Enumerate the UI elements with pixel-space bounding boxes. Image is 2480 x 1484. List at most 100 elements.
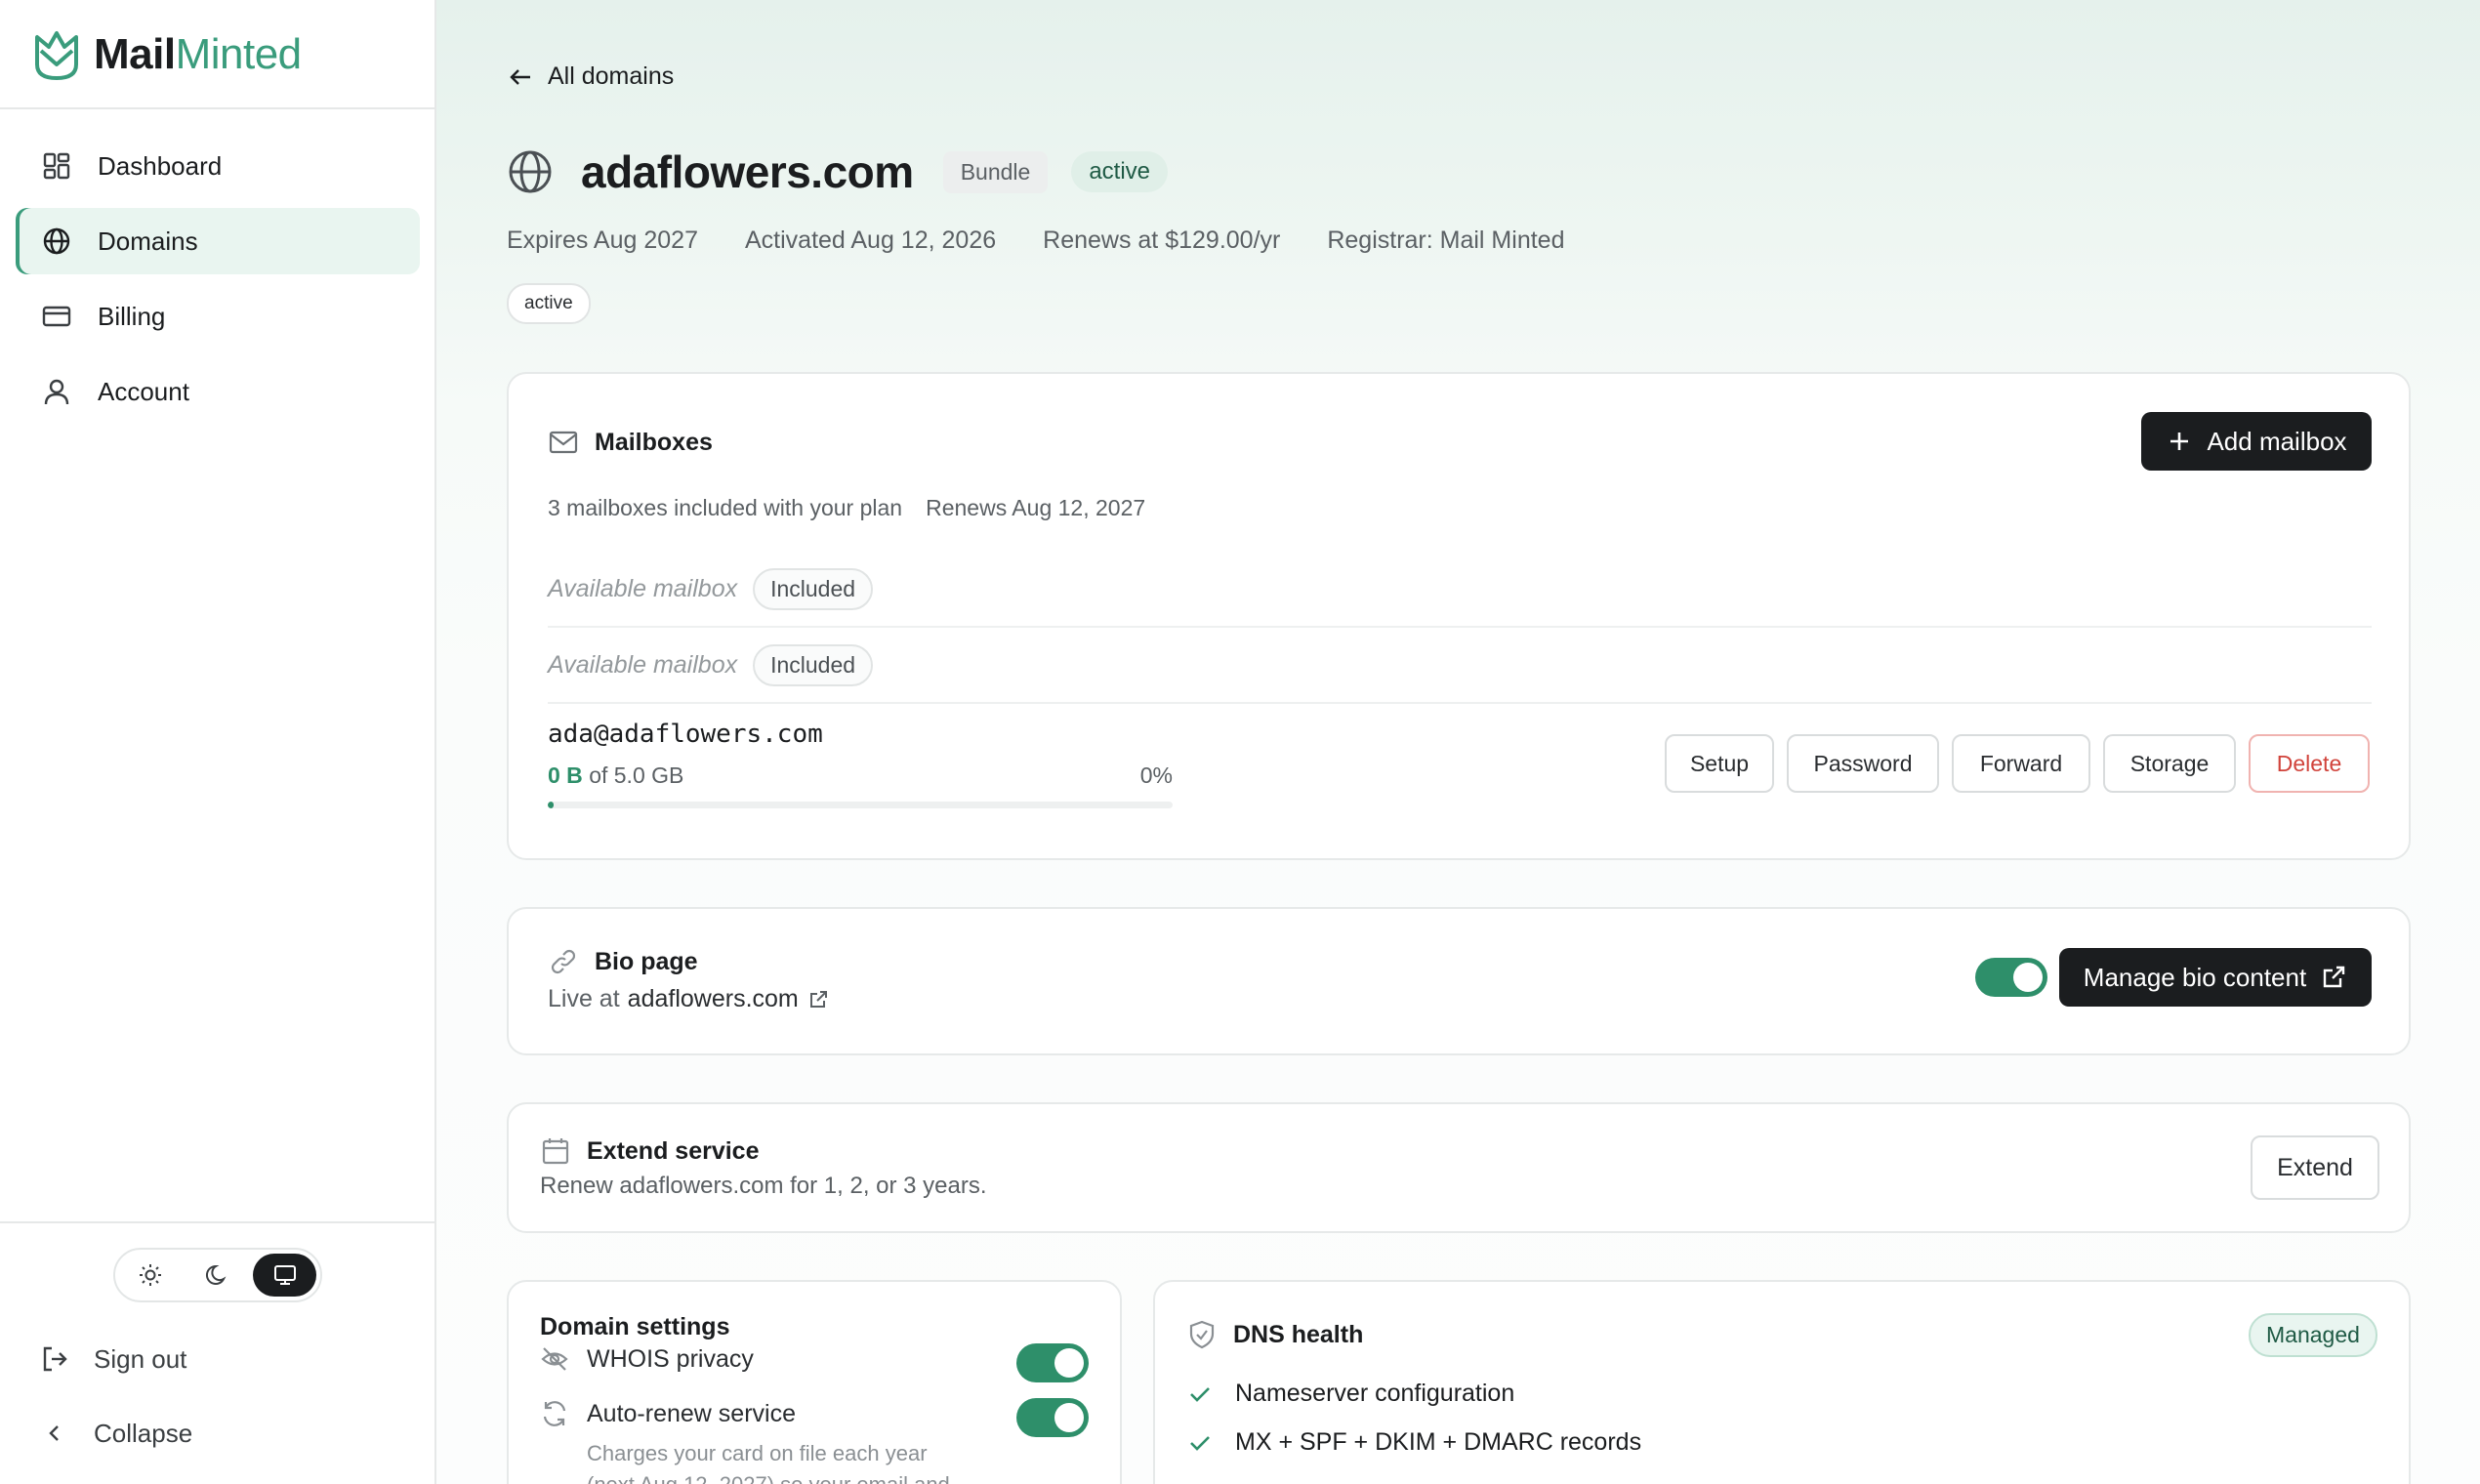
- bio-page-header: Bio page: [548, 946, 698, 977]
- add-mailbox-button[interactable]: Add mailbox: [2141, 412, 2372, 471]
- domain-meta: Expires Aug 2027 Activated Aug 12, 2026 …: [507, 227, 1564, 255]
- refresh-icon: [543, 1401, 566, 1426]
- available-mailbox-label: Available mailbox: [548, 650, 738, 679]
- mailboxes-summary: 3 mailboxes included with your plan Rene…: [548, 495, 1145, 521]
- renews-price-text: Renews at $129.00/yr: [1043, 227, 1281, 254]
- plan-badge: Bundle: [942, 150, 1049, 193]
- delete-button[interactable]: Delete: [2249, 734, 2370, 793]
- auto-renew-label: Auto-renew service: [587, 1399, 796, 1427]
- domain-settings-title: Domain settings: [540, 1313, 730, 1340]
- storage-button[interactable]: Storage: [2103, 734, 2236, 793]
- storage-progress-fill: [548, 802, 555, 808]
- arrow-left-icon: [510, 68, 530, 85]
- bio-page-card: Bio page Live at adaflowers.com Manage b…: [507, 907, 2411, 1055]
- setup-button[interactable]: Setup: [1665, 734, 1774, 793]
- dns-check-row: MX + SPF + DKIM + DMARC records: [1186, 1428, 1641, 1457]
- plus-icon: [2170, 433, 2189, 450]
- mailboxes-header: Mailboxes: [548, 427, 713, 458]
- extend-service-description: Renew adaflowers.com for 1, 2, or 3 year…: [540, 1173, 987, 1199]
- mail-icon: [549, 431, 578, 454]
- back-link-label: All domains: [548, 62, 675, 90]
- eye-off-icon: [541, 1347, 568, 1371]
- sidebar-item-dashboard[interactable]: Dashboard: [16, 133, 420, 199]
- calendar-icon: [542, 1138, 569, 1165]
- collapse-label: Collapse: [94, 1418, 193, 1448]
- domain-header: adaflowers.com Bundle active: [507, 144, 1169, 199]
- mailbox-address[interactable]: ada@adaflowers.com: [548, 720, 1173, 749]
- external-link-icon: [809, 990, 827, 1008]
- bio-live-link[interactable]: Live at adaflowers.com: [548, 985, 830, 1013]
- dns-check-row: Nameserver configuration: [1186, 1380, 1514, 1408]
- mailbox-actions: Setup Password Forward Storage Delete: [1665, 734, 2370, 793]
- add-mailbox-label: Add mailbox: [2207, 426, 2347, 456]
- external-link-icon: [2323, 966, 2345, 988]
- whois-privacy-label: WHOIS privacy: [587, 1344, 754, 1373]
- forward-button[interactable]: Forward: [1952, 734, 2090, 793]
- collapse-button[interactable]: Collapse: [39, 1412, 192, 1455]
- dns-health-header: DNS health: [1186, 1319, 1363, 1350]
- status-badge: active: [1071, 151, 1169, 192]
- page-title: adaflowers.com: [581, 146, 914, 197]
- expires-text: Expires Aug 2027: [507, 227, 698, 254]
- mailboxes-card: Mailboxes Add mailbox 3 mailboxes includ…: [507, 372, 2411, 860]
- sign-out-label: Sign out: [94, 1343, 187, 1374]
- main-content: All domains adaflowers.com Bundle active…: [436, 0, 2480, 1484]
- sidebar-item-domains[interactable]: Domains: [16, 208, 420, 274]
- extend-service-card: Extend service Renew adaflowers.com for …: [507, 1102, 2411, 1233]
- brand-name: MailMinted: [94, 30, 302, 79]
- sidebar-item-billing[interactable]: Billing: [16, 283, 420, 350]
- included-badge: Included: [753, 567, 874, 610]
- mailbox-percent: 0%: [1139, 763, 1173, 788]
- theme-light-button[interactable]: [119, 1254, 183, 1297]
- sun-icon: [140, 1264, 162, 1286]
- available-mailbox-row[interactable]: Available mailbox Included: [548, 552, 2372, 626]
- manage-bio-label: Manage bio content: [2083, 962, 2307, 992]
- auto-renew-description: Charges your card on file each year (nex…: [587, 1438, 950, 1484]
- mailboxes-included-text: 3 mailboxes included with your plan: [548, 495, 903, 520]
- sidebar-item-account[interactable]: Account: [16, 358, 420, 425]
- bio-live-domain: adaflowers.com: [627, 985, 799, 1012]
- sign-out-icon: [43, 1346, 67, 1372]
- bio-page-toggle[interactable]: [1975, 958, 2047, 997]
- theme-switcher: [113, 1248, 322, 1302]
- back-to-domains-link[interactable]: All domains: [507, 62, 674, 91]
- sign-out-button[interactable]: Sign out: [39, 1338, 186, 1381]
- mailbox-used: 0 B: [548, 763, 583, 788]
- theme-dark-button[interactable]: [186, 1254, 250, 1297]
- brand-word-mail: Mail: [94, 30, 176, 78]
- mailbox-capacity: of 5.0 GB: [589, 763, 684, 788]
- link-icon: [551, 949, 576, 974]
- check-icon: [1190, 1386, 1210, 1402]
- credit-card-icon: [42, 306, 71, 327]
- manage-bio-content-button[interactable]: Manage bio content: [2059, 948, 2372, 1007]
- whois-privacy-toggle[interactable]: [1016, 1343, 1089, 1382]
- available-mailbox-row[interactable]: Available mailbox Included: [548, 628, 2372, 702]
- mailbox-usage: 0 B of 5.0 GB 0%: [548, 763, 1173, 792]
- password-button[interactable]: Password: [1787, 734, 1939, 793]
- activated-text: Activated Aug 12, 2026: [744, 227, 997, 254]
- sidebar-item-label: Domains: [98, 226, 198, 256]
- shield-check-icon: [1189, 1320, 1215, 1349]
- auto-renew-row: Auto-renew service: [540, 1399, 796, 1428]
- monitor-icon: [273, 1265, 296, 1285]
- tulip-logo-icon: [35, 31, 78, 80]
- included-badge: Included: [753, 643, 874, 686]
- dns-health-card: DNS health Managed Nameserver configurat…: [1153, 1280, 2411, 1484]
- storage-progress-bar: [548, 802, 1173, 808]
- sidebar-divider: [0, 107, 435, 109]
- mailbox-row: ada@adaflowers.com 0 B of 5.0 GB 0%: [548, 720, 1173, 808]
- status-pill: active: [507, 283, 591, 324]
- registrar-text: Registrar: Mail Minted: [1327, 227, 1565, 254]
- bio-live-prefix: Live at: [548, 985, 620, 1012]
- row-divider: [548, 702, 2372, 704]
- sidebar-item-label: Billing: [98, 301, 166, 331]
- moon-icon: [205, 1264, 227, 1285]
- extend-button[interactable]: Extend: [2251, 1135, 2379, 1200]
- mailboxes-title: Mailboxes: [595, 428, 713, 456]
- theme-system-button[interactable]: [253, 1254, 317, 1297]
- brand-logo[interactable]: MailMinted: [31, 27, 302, 82]
- user-icon: [44, 379, 69, 405]
- auto-renew-toggle[interactable]: [1016, 1398, 1089, 1437]
- sidebar-bottom-divider: [0, 1221, 435, 1223]
- brand-word-minted: Minted: [175, 30, 303, 78]
